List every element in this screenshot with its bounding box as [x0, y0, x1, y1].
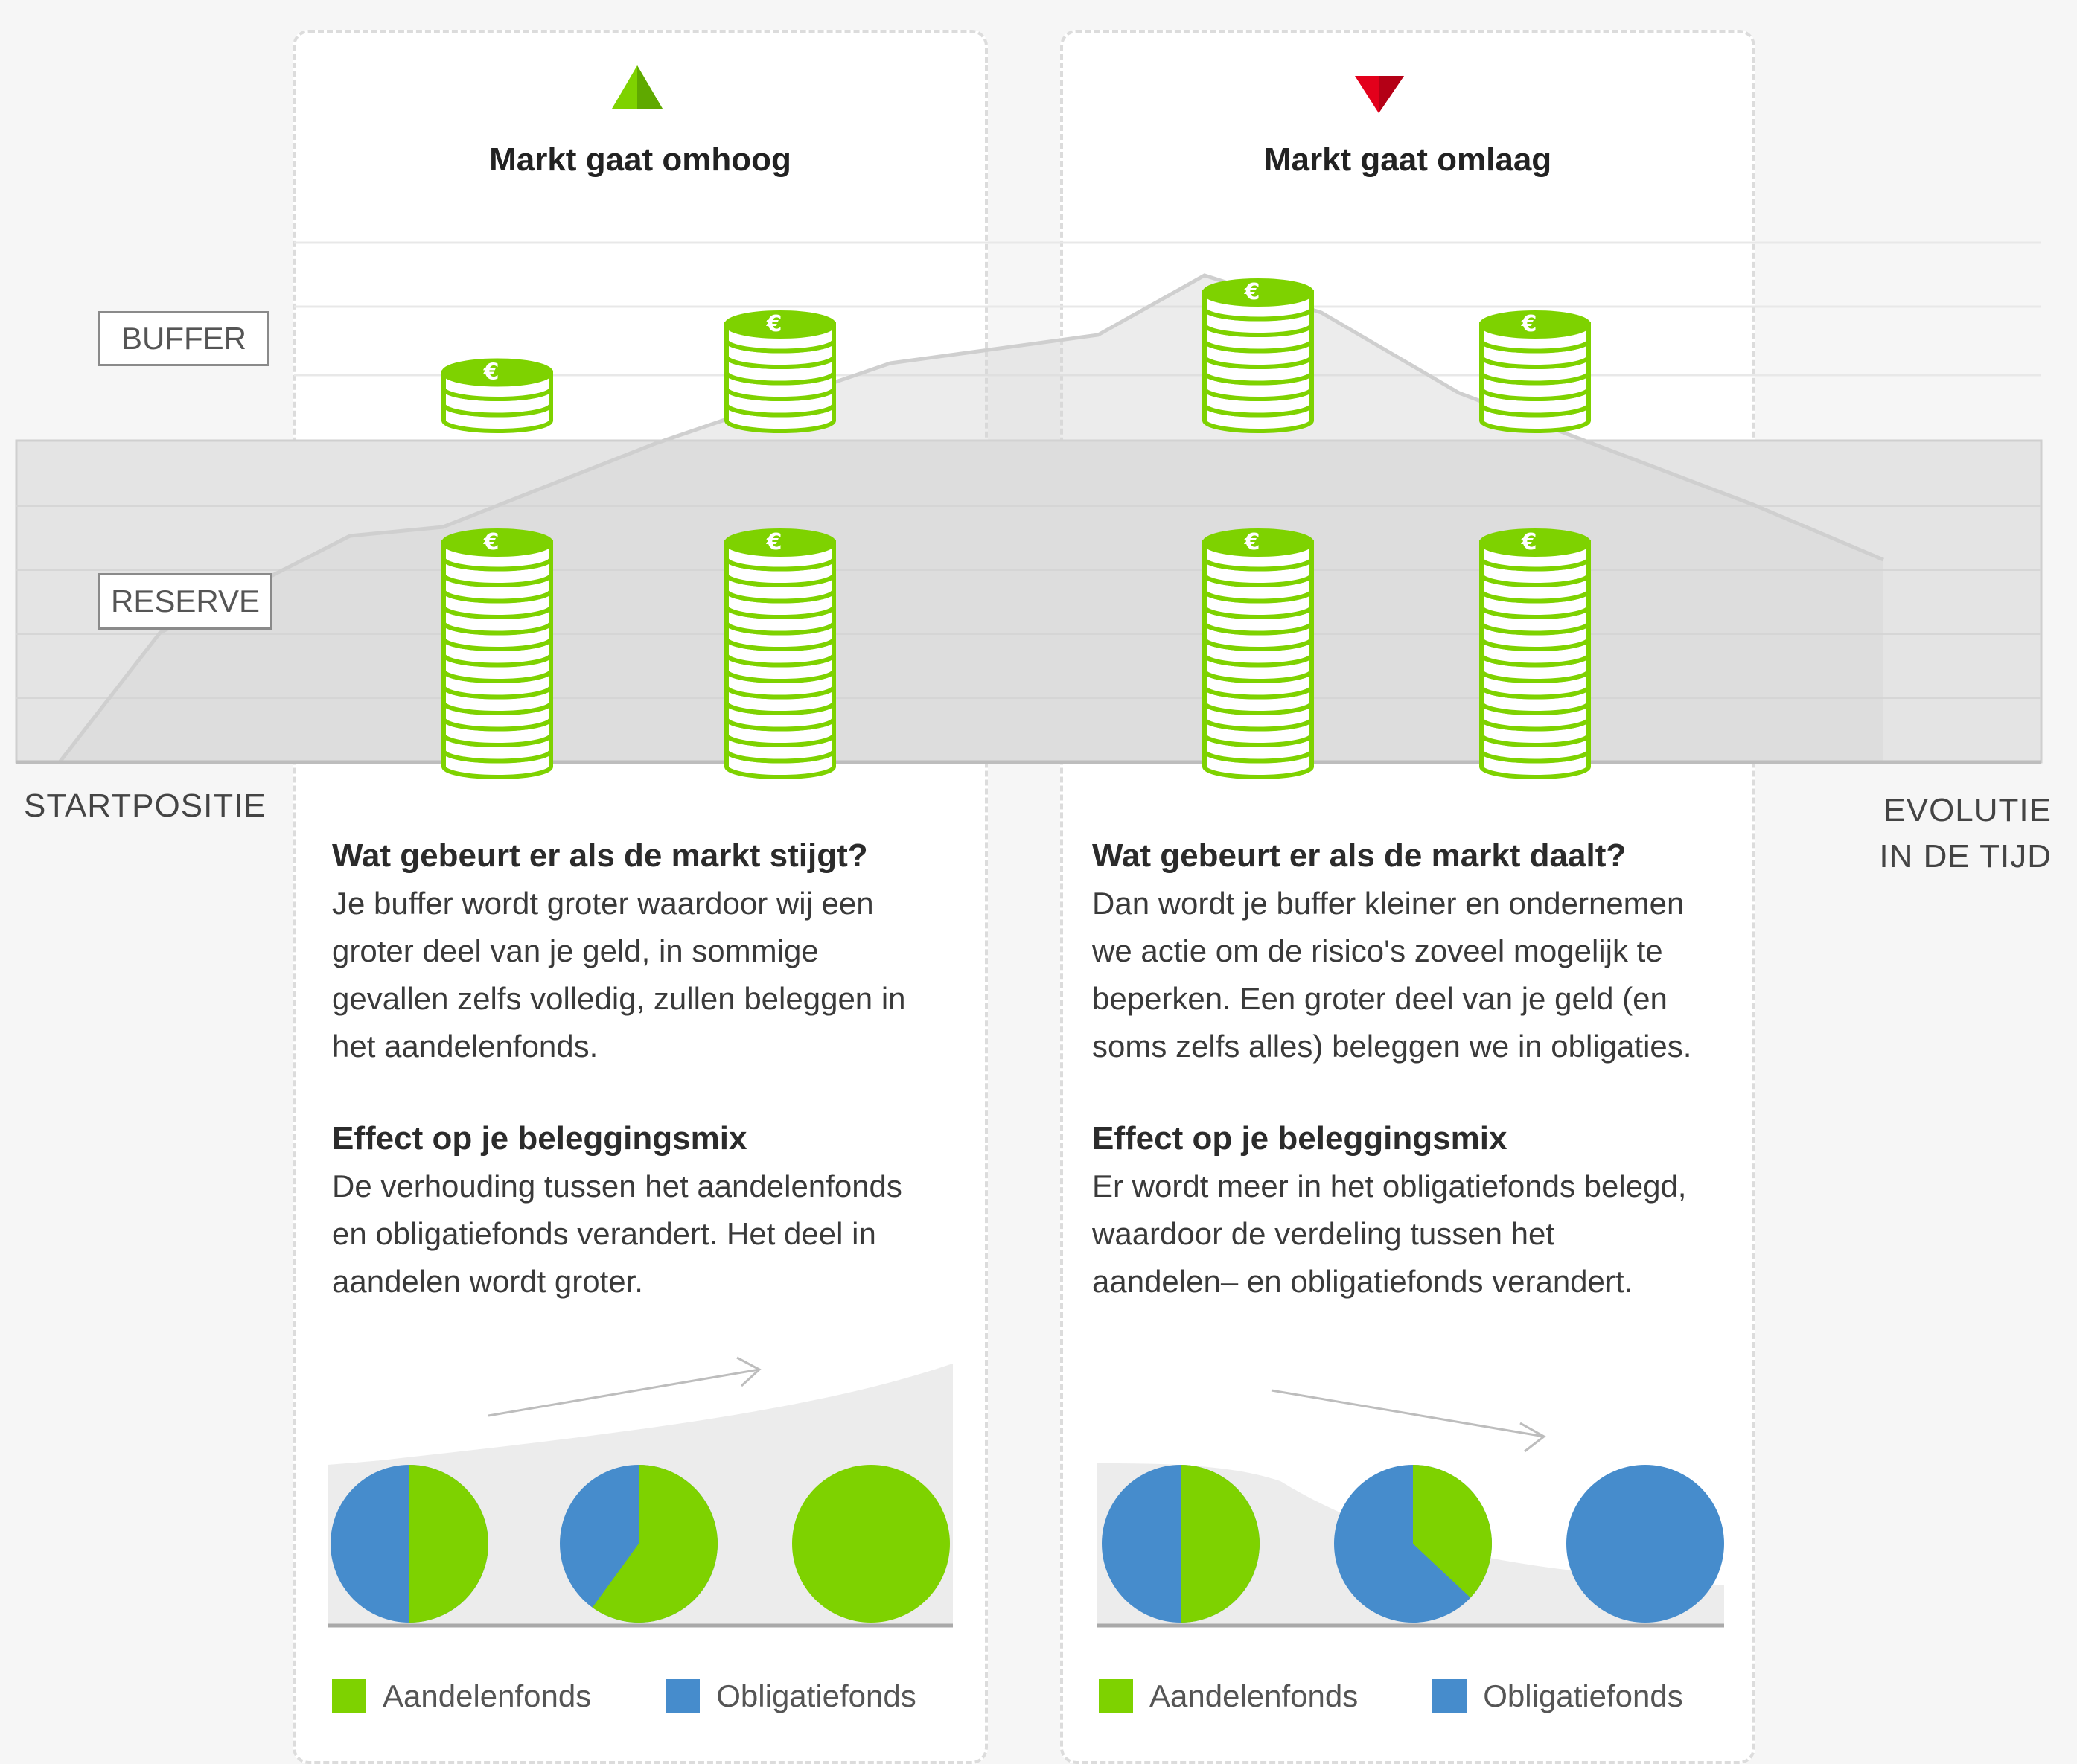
buffer-coin-stack: € — [1202, 278, 1314, 433]
pie-slice-bonds — [1566, 1465, 1724, 1623]
evolution-label-line2: IN DE TIJD — [1879, 838, 2052, 875]
legend-item-equity: Aandelenfonds — [1099, 1676, 1358, 1714]
reserve-coin-stack: € — [1202, 528, 1314, 779]
panel-title-down: Markt gaat omlaag — [1263, 141, 1552, 178]
effect-title-down: Effect op je beleggingsmix — [1092, 1120, 1508, 1157]
legend-item-bonds: Obligatiefonds — [1432, 1676, 1683, 1714]
start-position-label: STARTPOSITIE — [24, 787, 267, 824]
pie-chart-down — [1102, 1465, 1260, 1623]
legend-label-bonds: Obligatiefonds — [716, 1678, 916, 1713]
euro-coin-top-icon: € — [441, 358, 553, 387]
legend-up: Aandelenfonds Obligatiefonds — [332, 1676, 991, 1714]
panel-title-up: Markt gaat omhoog — [489, 141, 791, 178]
euro-coin-top-icon: € — [1202, 278, 1314, 307]
explanation-up: Wat gebeurt er als de markt stijgt? Je b… — [332, 832, 942, 1306]
legend-label-bonds: Obligatiefonds — [1483, 1678, 1683, 1713]
legend-label-equity: Aandelenfonds — [1149, 1678, 1359, 1713]
legend-swatch-equity — [1099, 1678, 1133, 1713]
arrow-up-icon — [488, 1356, 762, 1417]
legend-item-bonds: Obligatiefonds — [666, 1676, 916, 1714]
legend-swatch-equity — [332, 1678, 366, 1713]
reserve-coin-stack: € — [724, 528, 836, 779]
evolution-label: EVOLUTIE IN DE TIJD — [1879, 787, 2052, 880]
question-down: Wat gebeurt er als de markt daalt? — [1092, 837, 1627, 874]
euro-coin-top-icon: € — [1479, 310, 1591, 339]
explanation-down: Wat gebeurt er als de markt daalt? Dan w… — [1092, 832, 1703, 1306]
pie-chart-down — [1566, 1465, 1724, 1623]
answer-up: Je buffer wordt groter waardoor wij een … — [332, 886, 906, 1064]
triangle-down-icon — [1355, 76, 1404, 113]
answer-down: Dan wordt je buffer kleiner en onderneme… — [1092, 886, 1692, 1064]
euro-coin-top-icon: € — [1479, 528, 1591, 557]
legend-item-equity: Aandelenfonds — [332, 1676, 591, 1714]
evolution-label-line1: EVOLUTIE — [1883, 792, 2052, 828]
legend-label-equity: Aandelenfonds — [383, 1678, 592, 1713]
effect-text-down: Er wordt meer in het obligatiefonds bele… — [1092, 1169, 1687, 1299]
legend-swatch-bonds — [1432, 1678, 1467, 1713]
pie-chart-down — [1334, 1465, 1492, 1623]
svg-text:€: € — [1244, 529, 1260, 555]
legend-swatch-bonds — [666, 1678, 701, 1713]
buffer-label: BUFFER — [98, 311, 269, 366]
arrow-down-icon — [1271, 1389, 1546, 1453]
euro-coin-top-icon: € — [1202, 528, 1314, 557]
reserve-coin-stack: € — [1479, 528, 1591, 779]
legend-down: Aandelenfonds Obligatiefonds — [1099, 1676, 1758, 1714]
svg-text:€: € — [483, 359, 500, 386]
buffer-coin-stack: € — [724, 310, 836, 433]
pie-slice-equity — [792, 1465, 950, 1623]
buffer-coin-stack: € — [441, 358, 553, 433]
svg-text:€: € — [1244, 279, 1260, 305]
pie-chart-up — [331, 1465, 488, 1623]
svg-text:€: € — [766, 311, 782, 337]
euro-coin-top-icon: € — [724, 310, 836, 339]
triangle-up-icon — [612, 65, 663, 109]
reserve-label: RESERVE — [98, 573, 272, 630]
buffer-coin-stack: € — [1479, 310, 1591, 433]
pie-chart-up — [792, 1465, 950, 1623]
svg-text:€: € — [1521, 529, 1537, 555]
svg-text:€: € — [1521, 311, 1537, 337]
effect-text-up: De verhouding tussen het aandelenfonds e… — [332, 1169, 902, 1299]
euro-coin-top-icon: € — [724, 528, 836, 557]
pie-chart-up — [560, 1465, 718, 1623]
reserve-coin-stack: € — [441, 528, 553, 779]
illustration-canvas: € € € € € € € € — [15, 65, 2043, 1628]
svg-text:€: € — [483, 529, 500, 555]
svg-text:€: € — [766, 529, 782, 555]
effect-title-up: Effect op je beleggingsmix — [332, 1120, 747, 1157]
euro-coin-top-icon: € — [441, 528, 553, 557]
question-up: Wat gebeurt er als de markt stijgt? — [332, 837, 868, 874]
